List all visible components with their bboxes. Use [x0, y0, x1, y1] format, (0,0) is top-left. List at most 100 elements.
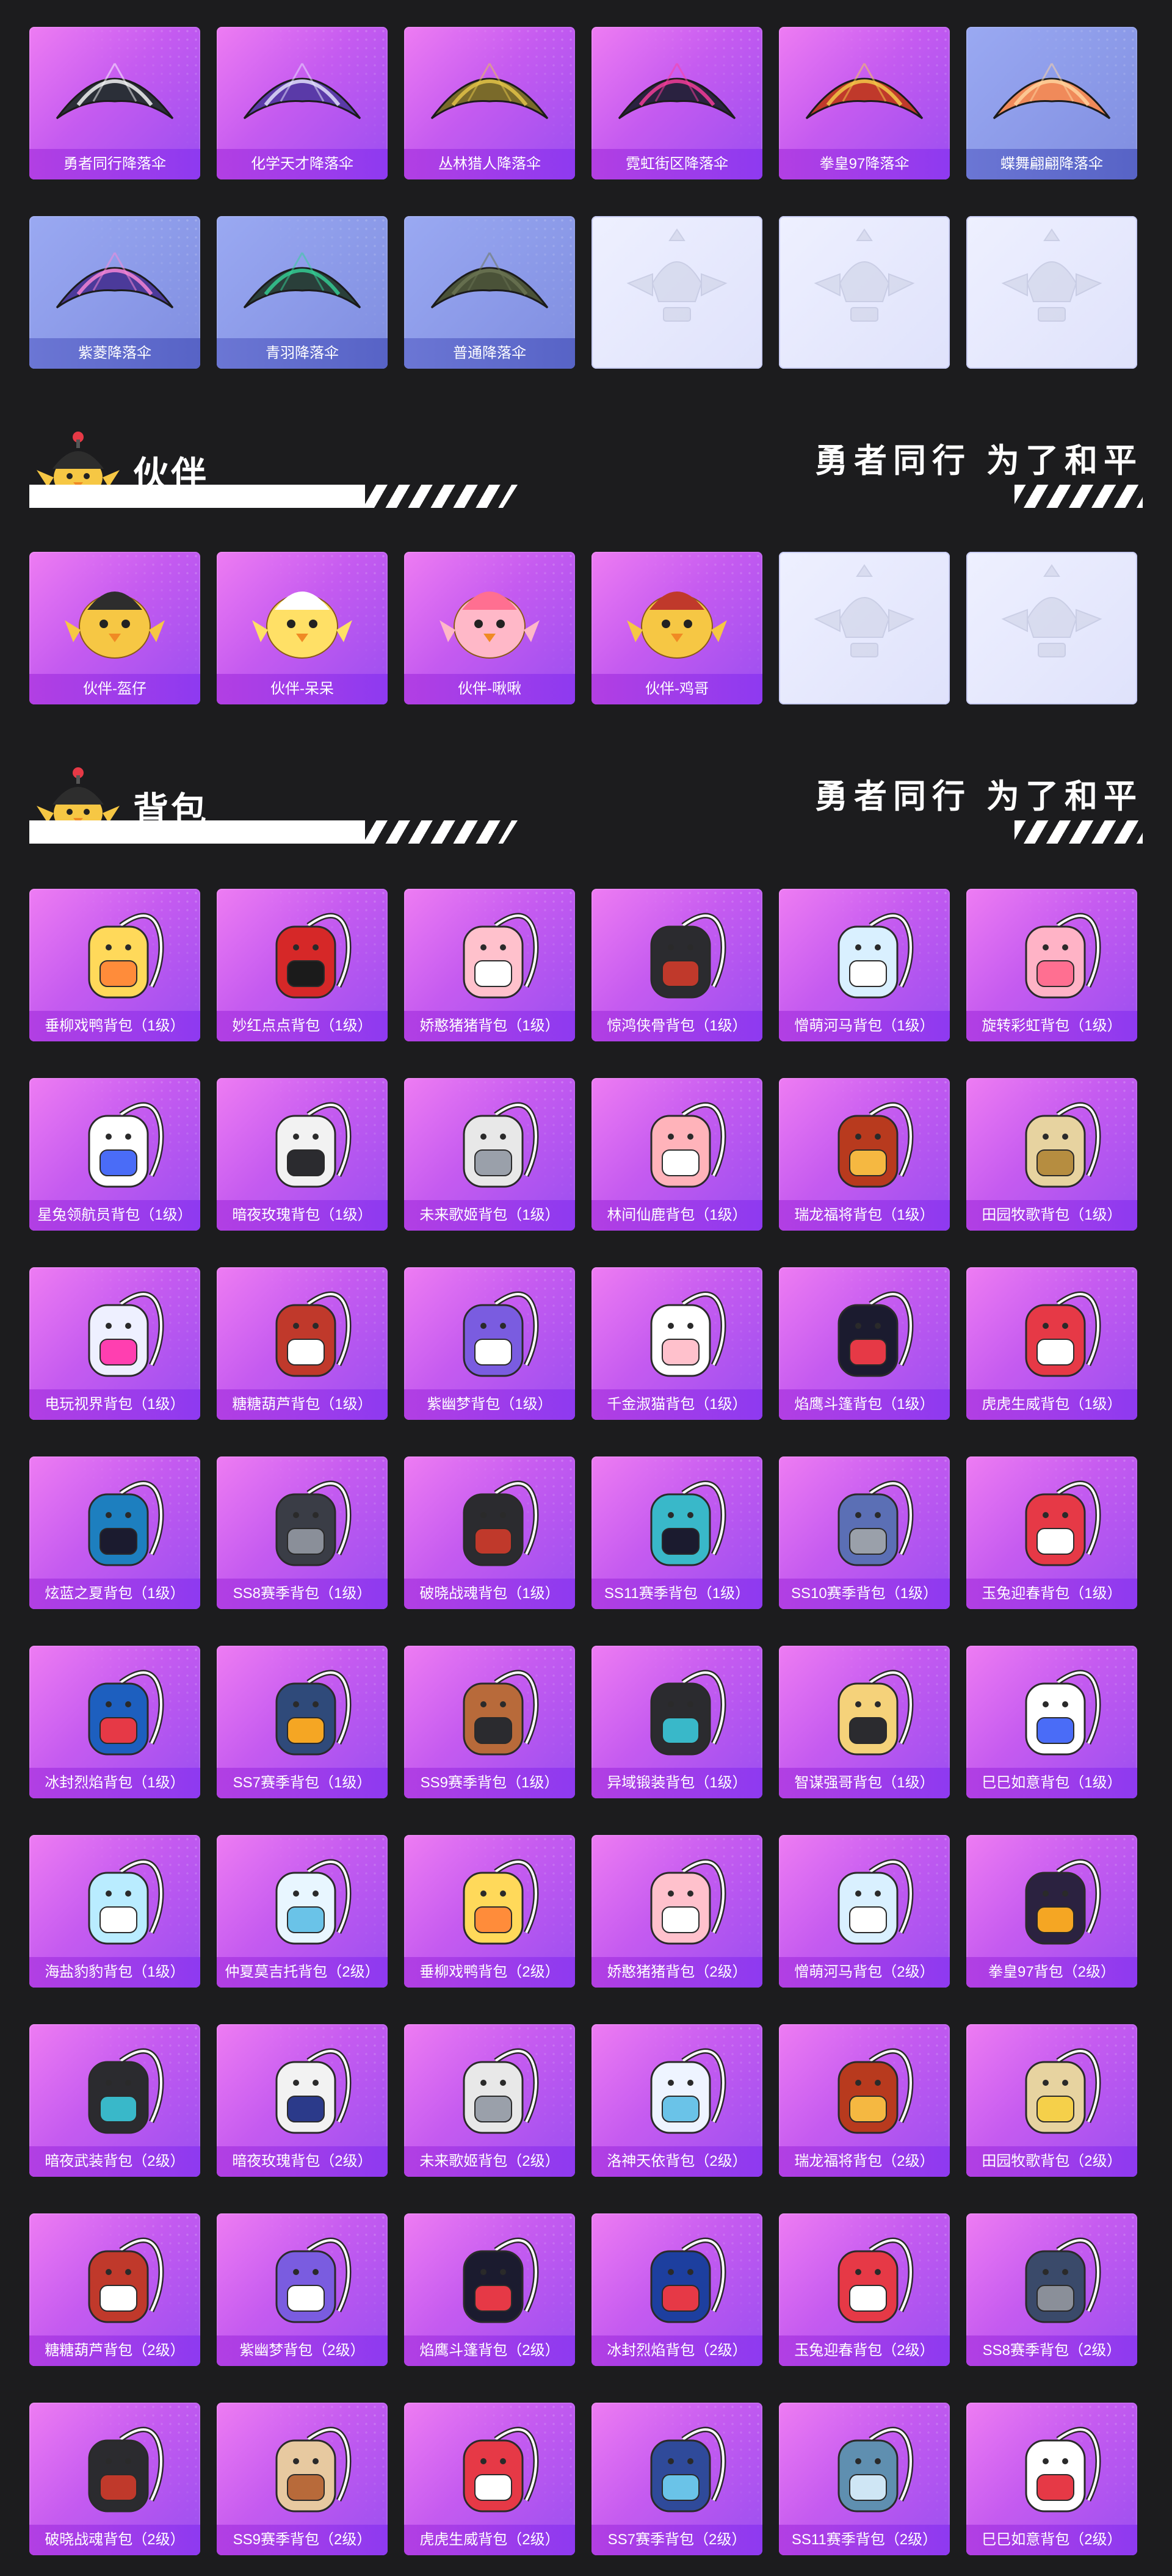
item-card[interactable]: SS8赛季背包（2级）: [966, 2213, 1137, 2366]
item-card[interactable]: 紫幽梦背包（1级）: [404, 1267, 575, 1420]
item-card[interactable]: 玉兔迎春背包（1级）: [966, 1456, 1137, 1609]
backpack-icon: [275, 913, 352, 999]
item-card[interactable]: 洛神天依背包（2级）: [591, 2024, 762, 2177]
item-label: 焰鹰斗篷背包（1级）: [779, 1389, 950, 1420]
item-card[interactable]: 海盐豹豹背包（1级）: [29, 1835, 200, 1988]
item-card[interactable]: 暗夜玫瑰背包（2级）: [217, 2024, 388, 2177]
item-card[interactable]: 妙红点点背包（1级）: [217, 889, 388, 1041]
backpack-icon: [275, 1480, 352, 1566]
backpack-icon: [837, 1670, 914, 1756]
item-card[interactable]: 瑞龙福将背包（2级）: [779, 2024, 950, 2177]
item-card[interactable]: 普通降落伞: [404, 216, 575, 369]
item-card[interactable]: SS9赛季背包（2级）: [217, 2403, 388, 2555]
partners-section-header: 伙伴 勇者同行 为了和平: [29, 409, 1143, 531]
item-card[interactable]: SS7赛季背包（2级）: [591, 2403, 762, 2555]
item-card[interactable]: 玉兔迎春背包（2级）: [779, 2213, 950, 2366]
item-card[interactable]: 虎虎生威背包（1级）: [966, 1267, 1137, 1420]
backpack-icon: [275, 1102, 352, 1188]
backpack-icon: [1025, 1102, 1101, 1188]
item-card[interactable]: 田园牧歌背包（2级）: [966, 2024, 1137, 2177]
backpack-grid: 垂柳戏鸭背包（1级） 妙红点点背包（1级） 娇憨猪猪背包（1级） 惊鸿侠骨背包（…: [29, 889, 1137, 2555]
item-card[interactable]: 拳皇97背包（2级）: [966, 1835, 1137, 1988]
item-card[interactable]: 丛林猎人降落伞: [404, 27, 575, 179]
item-card[interactable]: SS9赛季背包（1级）: [404, 1646, 575, 1798]
item-card[interactable]: 伙伴-鸡哥: [591, 552, 762, 704]
item-label: 瑞龙福将背包（1级）: [779, 1200, 950, 1231]
item-card[interactable]: SS11赛季背包（2级）: [779, 2403, 950, 2555]
item-card[interactable]: SS8赛季背包（1级）: [217, 1456, 388, 1609]
item-card[interactable]: 异域锻装背包（1级）: [591, 1646, 762, 1798]
item-label: SS11赛季背包（1级）: [591, 1579, 762, 1609]
backpack-icon: [88, 1480, 164, 1566]
item-card[interactable]: SS11赛季背包（1级）: [591, 1456, 762, 1609]
item-label: 伙伴-呆呆: [217, 674, 388, 704]
item-card[interactable]: 千金淑猫背包（1级）: [591, 1267, 762, 1420]
placeholder-emblem-icon: [1001, 564, 1102, 657]
item-card[interactable]: 拳皇97降落伞: [779, 27, 950, 179]
item-card[interactable]: 未来歌姬背包（2级）: [404, 2024, 575, 2177]
item-card[interactable]: 霓虹街区降落伞: [591, 27, 762, 179]
item-card[interactable]: 智谋强哥背包（1级）: [779, 1646, 950, 1798]
item-card[interactable]: 紫菱降落伞: [29, 216, 200, 369]
item-label: 冰封烈焰背包（1级）: [29, 1768, 200, 1798]
item-card[interactable]: 娇憨猪猪背包（2级）: [591, 1835, 762, 1988]
item-card[interactable]: 仲夏莫吉托背包（2级）: [217, 1835, 388, 1988]
item-card[interactable]: 化学天才降落伞: [217, 27, 388, 179]
partners-slogan: 勇者同行 为了和平: [814, 443, 1143, 479]
item-card[interactable]: 田园牧歌背包（1级）: [966, 1078, 1137, 1231]
item-label: 玉兔迎春背包（2级）: [779, 2335, 950, 2366]
backpack-icon: [463, 1480, 539, 1566]
item-card[interactable]: SS10赛季背包（1级）: [779, 1456, 950, 1609]
item-card[interactable]: 惊鸿侠骨背包（1级）: [591, 889, 762, 1041]
item-label: 憎萌河马背包（2级）: [779, 1957, 950, 1988]
item-card[interactable]: 巳巳如意背包（2级）: [966, 2403, 1137, 2555]
item-card[interactable]: 暗夜玫瑰背包（1级）: [217, 1078, 388, 1231]
backpack-icon: [650, 2048, 726, 2134]
backpack-icon: [463, 913, 539, 999]
backpack-icon: [650, 2237, 726, 2323]
item-card[interactable]: 冰封烈焰背包（1级）: [29, 1646, 200, 1798]
item-card[interactable]: 破晓战魂背包（1级）: [404, 1456, 575, 1609]
item-card[interactable]: 伙伴-盔仔: [29, 552, 200, 704]
item-card[interactable]: 旋转彩虹背包（1级）: [966, 889, 1137, 1041]
item-card[interactable]: 青羽降落伞: [217, 216, 388, 369]
item-label: 勇者同行降落伞: [29, 149, 200, 179]
backpacks-section-header: 背包 勇者同行 为了和平: [29, 745, 1143, 867]
item-card[interactable]: 林间仙鹿背包（1级）: [591, 1078, 762, 1231]
item-label: 妙红点点背包（1级）: [217, 1011, 388, 1041]
item-card[interactable]: 虎虎生威背包（2级）: [404, 2403, 575, 2555]
parachute-icon: [430, 63, 549, 120]
item-card[interactable]: 勇者同行降落伞: [29, 27, 200, 179]
item-card[interactable]: 焰鹰斗篷背包（1级）: [779, 1267, 950, 1420]
item-card[interactable]: 焰鹰斗篷背包（2级）: [404, 2213, 575, 2366]
item-card[interactable]: 暗夜武装背包（2级）: [29, 2024, 200, 2177]
item-card[interactable]: 憎萌河马背包（2级）: [779, 1835, 950, 1988]
item-card[interactable]: 伙伴-呆呆: [217, 552, 388, 704]
item-card[interactable]: 电玩视界背包（1级）: [29, 1267, 200, 1420]
backpack-icon: [650, 1291, 726, 1377]
item-card[interactable]: 蝶舞翩翩降落伞: [966, 27, 1137, 179]
item-card[interactable]: 憎萌河马背包（1级）: [779, 889, 950, 1041]
item-card[interactable]: 炫蓝之夏背包（1级）: [29, 1456, 200, 1609]
item-card[interactable]: 瑞龙福将背包（1级）: [779, 1078, 950, 1231]
backpack-icon: [837, 1480, 914, 1566]
item-card[interactable]: 未来歌姬背包（1级）: [404, 1078, 575, 1231]
item-card[interactable]: 糖糖葫芦背包（2级）: [29, 2213, 200, 2366]
item-label: 冰封烈焰背包（2级）: [591, 2335, 762, 2366]
item-card[interactable]: SS7赛季背包（1级）: [217, 1646, 388, 1798]
backpack-icon: [650, 1859, 726, 1945]
item-card[interactable]: 星兔领航员背包（1级）: [29, 1078, 200, 1231]
item-card[interactable]: 垂柳戏鸭背包（1级）: [29, 889, 200, 1041]
empty-item-card: [779, 552, 950, 704]
item-card[interactable]: 糖糖葫芦背包（1级）: [217, 1267, 388, 1420]
backpack-icon: [88, 1291, 164, 1377]
item-card[interactable]: 紫幽梦背包（2级）: [217, 2213, 388, 2366]
item-card[interactable]: 巳巳如意背包（1级）: [966, 1646, 1137, 1798]
backpack-icon: [88, 2426, 164, 2513]
item-label: SS8赛季背包（2级）: [966, 2335, 1137, 2366]
item-card[interactable]: 伙伴-啾啾: [404, 552, 575, 704]
item-card[interactable]: 娇憨猪猪背包（1级）: [404, 889, 575, 1041]
item-card[interactable]: 垂柳戏鸭背包（2级）: [404, 1835, 575, 1988]
item-card[interactable]: 破晓战魂背包（2级）: [29, 2403, 200, 2555]
item-card[interactable]: 冰封烈焰背包（2级）: [591, 2213, 762, 2366]
